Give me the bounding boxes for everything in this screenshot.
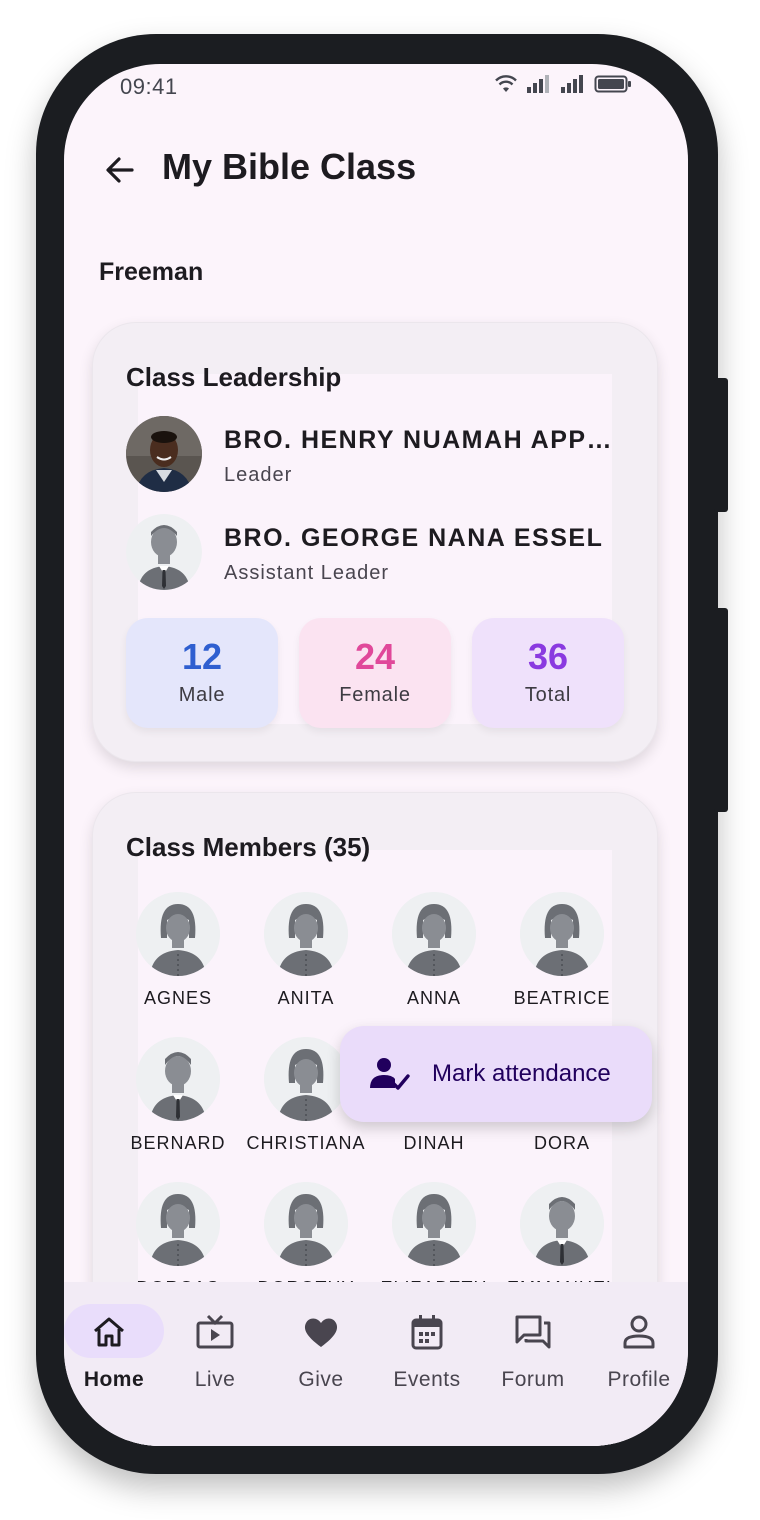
- nav-live[interactable]: Live: [162, 1302, 268, 1412]
- home-icon: [94, 1317, 124, 1347]
- male-count: 12: [181, 636, 223, 677]
- wifi-icon: [495, 75, 517, 92]
- nav-label-profile: Profile: [607, 1368, 671, 1391]
- nav-label-give: Give: [298, 1368, 344, 1391]
- nav-label-events: Events: [393, 1368, 461, 1391]
- nav-label-live: Live: [194, 1368, 236, 1391]
- page-title: My Bible Class: [162, 146, 417, 187]
- nav-forum[interactable]: Forum: [480, 1302, 586, 1412]
- member-item[interactable]: ANNA: [370, 892, 498, 1032]
- power-button: [714, 378, 728, 512]
- nav-give[interactable]: Give: [268, 1302, 374, 1412]
- nav-label-home: Home: [83, 1368, 145, 1391]
- heart-icon: [304, 1318, 338, 1347]
- nav-home[interactable]: Home: [64, 1302, 170, 1412]
- person-icon: [623, 1315, 655, 1349]
- member-name: BEATRICE: [513, 988, 611, 1008]
- total-count-stat: 36 Total: [472, 618, 624, 728]
- male-label: Male: [178, 684, 226, 706]
- avatar: [126, 416, 202, 492]
- total-count: 36: [527, 636, 569, 677]
- leader-row[interactable]: BRO. HENRY NUAMAH APPIAH Leader: [126, 416, 626, 496]
- status-time: 09:41: [120, 74, 178, 99]
- calendar-icon: [411, 1315, 443, 1350]
- avatar: [126, 514, 202, 590]
- member-name: CHRISTIANA: [246, 1133, 366, 1153]
- leader-role: Leader: [224, 464, 293, 486]
- nav-label-forum: Forum: [501, 1368, 565, 1391]
- signal-icon: [561, 75, 583, 93]
- member-item[interactable]: BEATRICE: [498, 892, 626, 1032]
- member-name: ANNA: [406, 988, 461, 1008]
- avatar: [392, 1182, 476, 1266]
- total-label: Total: [524, 684, 572, 706]
- assistant-leader-row[interactable]: BRO. GEORGE NANA ESSEL Assistant Leader: [126, 514, 626, 594]
- leadership-title: Class Leadership: [126, 362, 342, 392]
- screen: 09:41 My Bible Class Freeman Class Leade…: [64, 64, 688, 1446]
- avatar: [136, 1037, 220, 1121]
- mark-attendance-label: Mark attendance: [432, 1060, 611, 1087]
- female-count: 24: [354, 636, 396, 677]
- nav-profile[interactable]: Profile: [586, 1302, 688, 1412]
- avatar: [264, 1182, 348, 1266]
- member-item[interactable]: ANITA: [242, 892, 370, 1032]
- class-leadership-card: Class Leadership BRO. HENRY NUAMAH APPIA…: [92, 322, 658, 762]
- male-count-stat: 12 Male: [126, 618, 278, 728]
- arrow-back-icon[interactable]: [100, 150, 140, 190]
- volume-button: [714, 608, 728, 812]
- bottom-navigation: Home Live Give Events Forum Profile: [64, 1282, 688, 1446]
- member-name: DINAH: [403, 1133, 465, 1153]
- leader-name: BRO. HENRY NUAMAH APPIAH: [224, 426, 616, 454]
- nav-events[interactable]: Events: [374, 1302, 480, 1412]
- live-tv-icon: [196, 1314, 234, 1349]
- assistant-leader-role: Assistant Leader: [224, 562, 389, 584]
- avatar: [264, 1037, 348, 1121]
- member-item[interactable]: BERNARD: [114, 1037, 242, 1177]
- forum-icon: [515, 1315, 551, 1349]
- mark-attendance-button[interactable]: Mark attendance: [340, 1026, 652, 1122]
- person-check-icon: [370, 1058, 410, 1090]
- member-name: DORA: [533, 1133, 590, 1153]
- class-name: Freeman: [99, 258, 204, 286]
- members-title: Class Members (35): [126, 832, 371, 862]
- avatar: [136, 892, 220, 976]
- battery-icon: [594, 75, 631, 93]
- member-name: AGNES: [143, 988, 213, 1008]
- signal-icon: [527, 75, 549, 93]
- avatar: [264, 892, 348, 976]
- avatar: [392, 892, 476, 976]
- avatar: [136, 1182, 220, 1266]
- avatar: [520, 1182, 604, 1266]
- female-count-stat: 24 Female: [299, 618, 451, 728]
- avatar: [520, 892, 604, 976]
- member-name: BERNARD: [130, 1133, 226, 1153]
- assistant-leader-name: BRO. GEORGE NANA ESSEL: [224, 524, 604, 552]
- female-label: Female: [339, 684, 411, 706]
- status-bar: 09:41: [64, 64, 688, 108]
- member-name: ANITA: [277, 988, 335, 1008]
- app-bar: My Bible Class: [64, 134, 688, 204]
- member-item[interactable]: AGNES: [114, 892, 242, 1032]
